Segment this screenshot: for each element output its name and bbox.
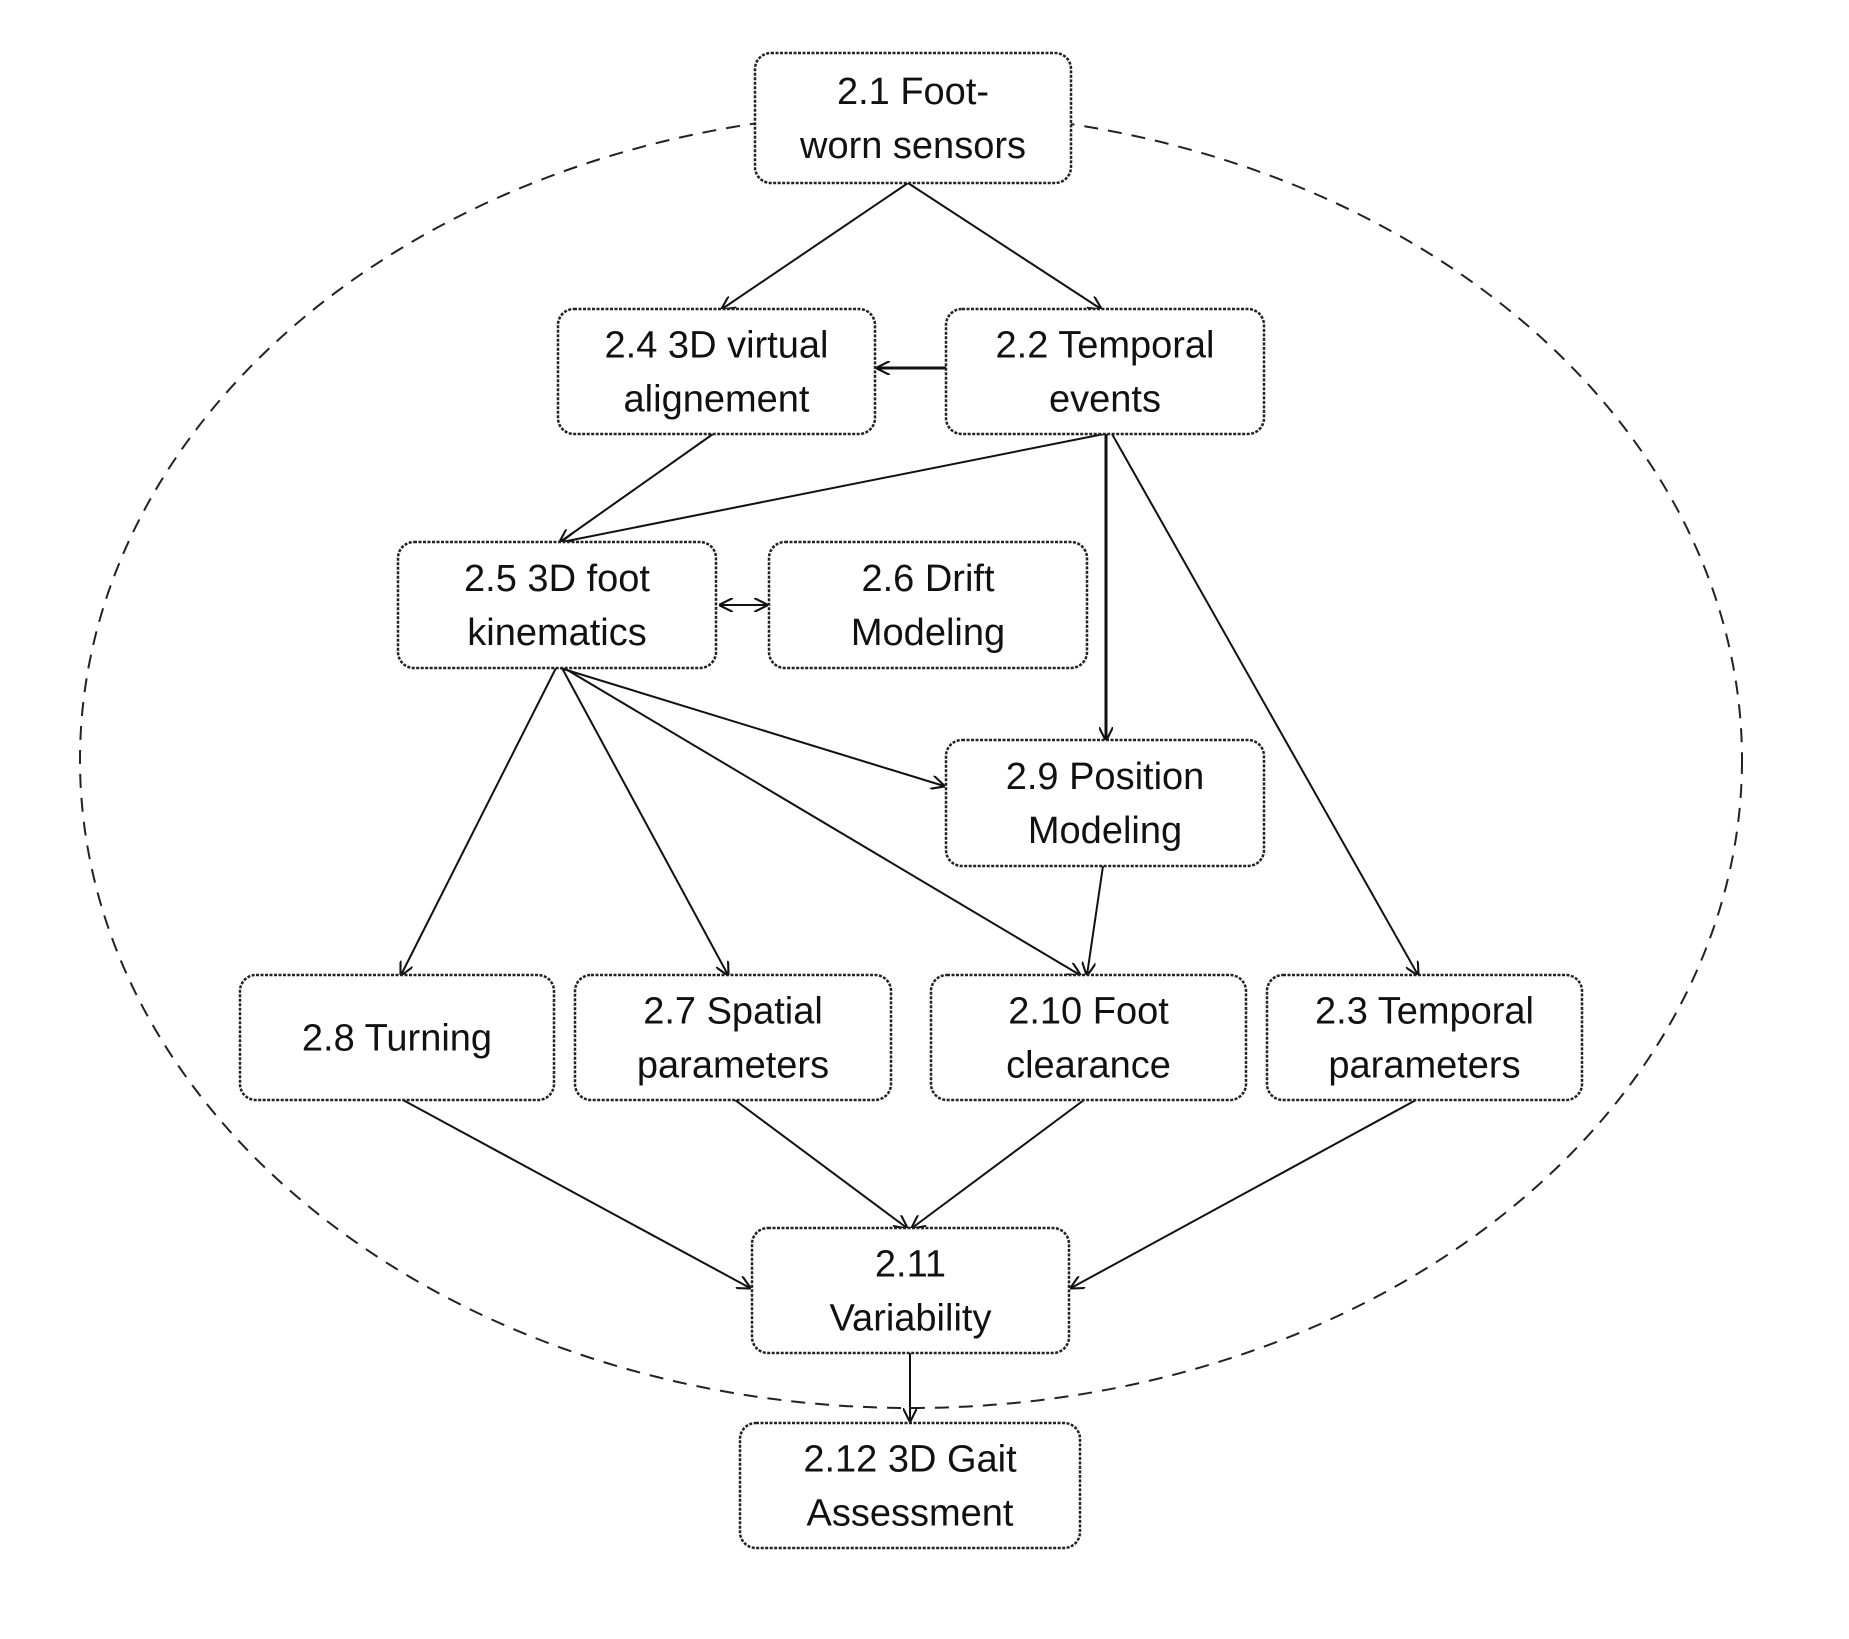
node-label: 2.4 3D virtual <box>605 325 829 367</box>
node-label: parameters <box>637 1045 829 1087</box>
node-2-4: 2.4 3D virtual alignement <box>556 307 877 436</box>
node-label: parameters <box>1328 1045 1520 1087</box>
node-label: 2.10 Foot <box>1008 991 1169 1033</box>
node-label: events <box>1049 379 1161 421</box>
node-label: 2.1 Foot- <box>837 71 989 113</box>
node-label: worn sensors <box>799 125 1026 167</box>
node-2-1: 2.1 Foot-worn sensors <box>753 51 1073 185</box>
edge-2-8-to-2-11 <box>402 1099 750 1288</box>
node-label: clearance <box>1006 1045 1171 1087</box>
node-2-9: 2.9 Position Modeling <box>944 738 1266 868</box>
nodes-layer: 2.1 Foot-worn sensors 2.4 3D virtual align… <box>238 51 1584 1550</box>
edge-2-9-to-2-10 <box>1087 865 1104 975</box>
node-label: Modeling <box>851 612 1005 654</box>
edge-2-2-to-2-5 <box>562 433 1105 542</box>
edge-2-10-to-2-11 <box>912 1099 1085 1228</box>
node-label: 2.9 Position <box>1006 756 1205 798</box>
node-2-10: 2.10 Foot clearance <box>929 973 1248 1102</box>
node-2-11: 2.11 Variability <box>750 1226 1071 1355</box>
node-label: 2.8 Turning <box>302 1018 492 1060</box>
node-label: 2.3 Temporal <box>1315 991 1534 1033</box>
node-label: alignement <box>624 379 810 421</box>
node-2-2: 2.2 Temporal events <box>944 307 1266 436</box>
node-label: Modeling <box>1028 810 1182 852</box>
node-2-5: 2.5 3D foot kinematics <box>396 540 718 670</box>
node-label: 2.6 Drift <box>861 558 994 600</box>
edge-2-5-to-2-9 <box>559 667 944 786</box>
node-2-3: 2.3 Temporal parameters <box>1265 973 1584 1102</box>
edge-2-5-to-2-7 <box>561 667 728 975</box>
edge-2-1-to-2-2 <box>907 182 1101 309</box>
node-label: 2.5 3D foot <box>464 558 650 600</box>
edge-2-2-to-2-3 <box>1111 433 1418 975</box>
edge-2-1-to-2-4 <box>722 182 909 309</box>
system-boundary-ellipse <box>79 111 1743 1409</box>
node-2-12: 2.12 3D Gait Assessment <box>738 1421 1082 1550</box>
node-label: 2.2 Temporal <box>996 325 1215 367</box>
edge-2-5-to-2-8 <box>401 667 557 975</box>
gait-analysis-flow-diagram: 2.1 Foot-worn sensors 2.4 3D virtual align… <box>79 51 1743 1550</box>
edge-2-7-to-2-11 <box>734 1099 907 1228</box>
node-2-6: 2.6 Drift Modeling <box>767 540 1089 670</box>
node-label: 2.7 Spatial <box>643 991 823 1033</box>
node-label: 2.11 <box>875 1244 946 1286</box>
edge-2-3-to-2-11 <box>1071 1099 1417 1288</box>
node-label: Variability <box>830 1298 992 1340</box>
node-label: kinematics <box>467 612 647 654</box>
node-2-7: 2.7 Spatial parameters <box>573 973 893 1102</box>
edge-2-4-to-2-5 <box>560 433 714 542</box>
node-label: 2.12 3D Gait <box>803 1439 1017 1481</box>
node-label: Assessment <box>807 1493 1014 1535</box>
node-2-8: 2.8 Turning <box>238 973 556 1102</box>
